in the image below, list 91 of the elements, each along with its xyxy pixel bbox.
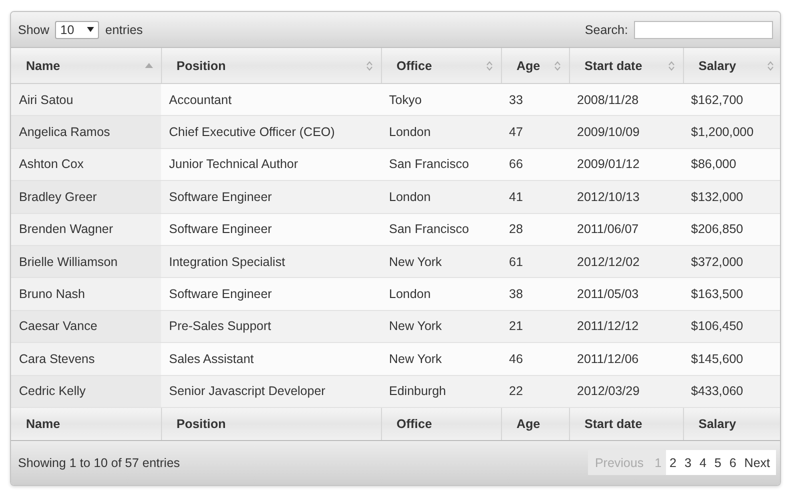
column-footer: Office: [381, 407, 501, 440]
table-cell: 2012/03/29: [569, 375, 683, 408]
table-cell: Cara Stevens: [11, 342, 161, 376]
column-footer: Name: [11, 407, 161, 440]
table-cell: 38: [501, 278, 569, 310]
table-cell: $206,850: [683, 213, 780, 246]
table-cell: 2009/10/09: [569, 116, 683, 148]
table-cell: Tokyo: [381, 84, 501, 116]
search-field[interactable]: [634, 20, 773, 38]
table-cell: New York: [381, 245, 501, 278]
column-header[interactable]: Office: [381, 48, 501, 84]
page-button[interactable]: 4: [695, 450, 710, 476]
table-cell: Software Engineer: [161, 278, 381, 310]
next-button[interactable]: Next: [740, 450, 776, 476]
table-cell: $433,060: [683, 375, 780, 408]
table-cell: London: [381, 278, 501, 310]
sort-ascending-icon: [144, 63, 152, 68]
table-cell: $162,700: [683, 84, 780, 116]
table-cell: 28: [501, 213, 569, 246]
sort-icon: [554, 60, 560, 70]
table-info: Showing 1 to 10 of 57 entries: [18, 456, 180, 470]
table-cell: 2009/01/12: [569, 148, 683, 181]
table-cell: 2012/10/13: [569, 180, 683, 214]
table-cell: 2008/11/28: [569, 84, 683, 116]
table-cell: London: [381, 180, 501, 214]
table-cell: 47: [501, 116, 569, 148]
table-cell: $163,500: [683, 278, 780, 310]
table-cell: Ashton Cox: [11, 148, 161, 181]
column-header[interactable]: Age: [501, 48, 569, 84]
table-cell: $132,000: [683, 180, 780, 214]
table-cell: London: [381, 116, 501, 148]
table-cell: Cedric Kelly: [11, 375, 161, 408]
table-cell: 61: [501, 245, 569, 278]
table-cell: 46: [501, 342, 569, 376]
table-cell: 2011/06/07: [569, 213, 683, 246]
table-cell: $372,000: [683, 245, 780, 278]
table-cell: Senior Javascript Developer: [161, 375, 381, 408]
sort-icon: [366, 60, 372, 70]
table-cell: Bruno Nash: [11, 278, 161, 310]
table-cell: Accountant: [161, 84, 381, 116]
table-cell: $106,450: [683, 310, 780, 343]
table-cell: Sales Assistant: [161, 342, 381, 376]
dropdown-icon: [87, 27, 94, 32]
table-cell: Chief Executive Officer (CEO): [161, 116, 381, 148]
table-cell: Airi Satou: [11, 84, 161, 116]
table-cell: New York: [381, 310, 501, 343]
column-header[interactable]: Name: [11, 48, 161, 84]
table-cell: Integration Specialist: [161, 245, 381, 278]
table-cell: Pre-Sales Support: [161, 310, 381, 343]
table-cell: 2011/05/03: [569, 278, 683, 310]
table-cell: San Francisco: [381, 148, 501, 181]
column-footer: Salary: [683, 407, 780, 440]
sort-icon: [486, 60, 492, 70]
table-cell: Brielle Williamson: [11, 245, 161, 278]
page-button[interactable]: 6: [725, 450, 740, 476]
table-cell: 2011/12/12: [569, 310, 683, 343]
table-cell: 33: [501, 84, 569, 116]
table-cell: Software Engineer: [161, 180, 381, 214]
table-cell: Angelica Ramos: [11, 116, 161, 148]
show-label: Show: [18, 22, 50, 36]
table-cell: 21: [501, 310, 569, 343]
page-button[interactable]: 5: [710, 450, 726, 476]
entries-label: entries: [105, 22, 143, 36]
column-header[interactable]: Salary: [683, 48, 780, 84]
table-cell: Bradley Greer: [11, 180, 161, 214]
column-footer: Age: [501, 407, 569, 440]
table-cell: Caesar Vance: [11, 310, 161, 343]
table-cell: 22: [501, 375, 569, 408]
column-footer: Position: [161, 407, 381, 440]
table-cell: 2011/12/06: [569, 342, 683, 376]
page-button[interactable]: 3: [680, 450, 696, 476]
table-cell: $1,200,000: [683, 116, 780, 148]
table-cell: 2012/12/02: [569, 245, 683, 278]
table-cell: Junior Technical Author: [161, 148, 381, 181]
table-cell: Software Engineer: [161, 213, 381, 246]
search-label: Search:: [584, 22, 628, 36]
table-cell: 66: [501, 148, 569, 181]
column-header[interactable]: Start date: [569, 48, 683, 84]
sort-icon: [767, 60, 774, 70]
page-button[interactable]: 2: [666, 450, 680, 476]
table-cell: Brenden Wagner: [11, 213, 161, 246]
sort-icon: [668, 60, 674, 70]
page-length-select[interactable]: 10: [55, 20, 100, 38]
table-cell: Edinburgh: [381, 375, 501, 408]
table-cell: San Francisco: [381, 213, 501, 246]
table-cell: $145,600: [683, 342, 780, 376]
column-header[interactable]: Position: [161, 48, 381, 84]
column-footer: Start date: [569, 407, 683, 440]
table-cell: $86,000: [683, 148, 780, 181]
table-cell: 41: [501, 180, 569, 214]
table-cell: New York: [381, 342, 501, 376]
